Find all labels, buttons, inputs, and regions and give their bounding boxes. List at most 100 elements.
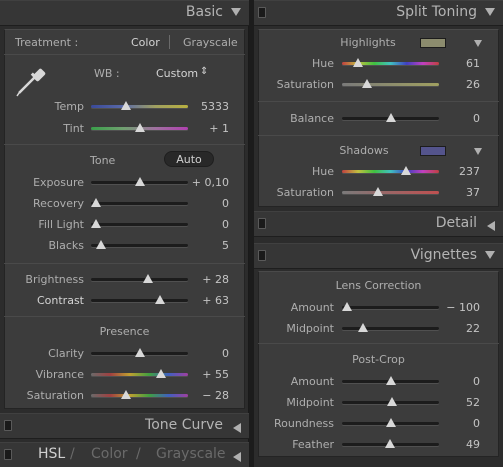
collapse-triangle-icon[interactable] — [231, 8, 241, 16]
panel-switch-icon[interactable] — [4, 449, 12, 460]
wb-dropdown-arrows-icon[interactable]: ⇕ — [200, 66, 208, 77]
saturation-slider-track[interactable] — [91, 394, 188, 397]
exposure-slider-thumb[interactable] — [135, 177, 146, 186]
brightness-value[interactable]: + 28 — [190, 273, 229, 286]
hsl-panel-header[interactable]: HSL / Color / Grayscale — [0, 442, 249, 467]
lens-midpoint-slider-thumb[interactable] — [358, 323, 369, 332]
expand-triangle-icon[interactable] — [233, 423, 241, 433]
vignettes-title: Vignettes — [410, 247, 477, 263]
lens-midpoint-label: Midpoint — [286, 322, 334, 335]
section-separator — [4, 316, 245, 317]
panel-switch-icon[interactable] — [258, 7, 266, 18]
balance-value[interactable]: 0 — [440, 112, 480, 125]
exposure-value[interactable]: + 0,10 — [190, 176, 229, 189]
collapse-triangle-icon[interactable] — [485, 251, 495, 259]
pc-amount-value[interactable]: 0 — [440, 375, 480, 388]
vibrance-slider-track[interactable] — [91, 373, 188, 376]
shadows-dropdown-icon[interactable] — [474, 148, 482, 155]
color-tab[interactable]: Color — [91, 446, 128, 462]
contrast-label: Contrast — [36, 294, 84, 307]
sh-saturation-slider-track[interactable] — [342, 191, 439, 194]
vibrance-value[interactable]: + 55 — [190, 368, 229, 381]
collapse-triangle-icon[interactable] — [485, 8, 495, 16]
temp-slider-thumb[interactable] — [120, 101, 131, 110]
auto-tone-label: Auto — [176, 153, 202, 166]
lens-amount-slider-track[interactable] — [342, 306, 439, 309]
wb-value[interactable]: Custom — [156, 67, 198, 80]
saturation-value[interactable]: − 28 — [190, 389, 229, 402]
highlights-dropdown-icon[interactable] — [474, 40, 482, 47]
recovery-slider-thumb[interactable] — [91, 198, 101, 207]
lens-midpoint-value[interactable]: 22 — [440, 322, 480, 335]
pc-midpoint-value[interactable]: 52 — [440, 396, 480, 409]
split-toning-panel-header[interactable]: Split Toning — [254, 0, 503, 26]
section-separator — [258, 101, 499, 102]
pc-roundness-label: Roundness — [273, 417, 334, 430]
fill-light-slider-thumb[interactable] — [91, 219, 101, 228]
brightness-slider-track[interactable] — [91, 278, 188, 281]
clarity-value[interactable]: 0 — [190, 347, 229, 360]
pc-amount-slider-thumb[interactable] — [385, 376, 396, 385]
exposure-label: Exposure — [33, 176, 84, 189]
highlights-color-swatch[interactable] — [420, 38, 446, 48]
panel-switch-icon[interactable] — [4, 420, 12, 431]
basic-panel-title: Basic — [185, 4, 223, 20]
treatment-grayscale-option[interactable]: Grayscale — [183, 36, 238, 49]
contrast-slider-track[interactable] — [91, 299, 188, 302]
tone-curve-title: Tone Curve — [145, 417, 223, 433]
tint-value[interactable]: + 1 — [190, 122, 229, 135]
post-crop-label: Post-Crop — [352, 353, 405, 366]
detail-panel-header[interactable]: Detail — [254, 211, 503, 237]
sh-saturation-slider-thumb[interactable] — [372, 187, 383, 196]
contrast-value[interactable]: + 63 — [190, 294, 229, 307]
hl-saturation-value[interactable]: 26 — [440, 78, 480, 91]
clarity-slider-thumb[interactable] — [134, 348, 145, 357]
expand-triangle-icon[interactable] — [233, 452, 241, 462]
fill-light-value[interactable]: 0 — [190, 218, 229, 231]
hl-hue-value[interactable]: 61 — [440, 57, 480, 70]
vignettes-panel-header[interactable]: Vignettes — [254, 243, 503, 269]
recovery-value[interactable]: 0 — [190, 197, 229, 210]
vibrance-slider-thumb[interactable] — [155, 369, 166, 378]
contrast-slider-thumb[interactable] — [154, 295, 165, 304]
pc-feather-slider-thumb[interactable] — [384, 439, 395, 448]
sh-hue-slider-track[interactable] — [342, 170, 439, 173]
auto-tone-button[interactable]: Auto — [164, 151, 214, 167]
panel-switch-icon[interactable] — [258, 250, 266, 261]
pc-midpoint-label: Midpoint — [286, 396, 334, 409]
vibrance-label: Vibrance — [35, 368, 84, 381]
hl-saturation-slider-track[interactable] — [342, 83, 439, 86]
tab-slash: / — [136, 446, 141, 462]
temp-slider-track[interactable] — [91, 105, 188, 108]
sh-saturation-value[interactable]: 37 — [440, 186, 480, 199]
eyedropper-icon[interactable] — [14, 62, 50, 98]
grayscale-tab[interactable]: Grayscale — [156, 446, 226, 462]
hl-hue-slider-thumb[interactable] — [353, 58, 364, 67]
sh-hue-value[interactable]: 237 — [440, 165, 480, 178]
sh-hue-slider-thumb[interactable] — [401, 166, 412, 175]
saturation-slider-thumb[interactable] — [120, 390, 131, 399]
shadows-color-swatch[interactable] — [420, 146, 446, 156]
lens-midpoint-slider-track[interactable] — [342, 327, 439, 330]
pc-roundness-value[interactable]: 0 — [440, 417, 480, 430]
treatment-color-option[interactable]: Color — [131, 36, 160, 49]
brightness-slider-thumb[interactable] — [143, 274, 154, 283]
recovery-slider-track[interactable] — [91, 202, 188, 205]
tone-curve-panel-header[interactable]: Tone Curve — [0, 413, 249, 439]
lens-amount-value[interactable]: − 100 — [440, 301, 480, 314]
temp-value[interactable]: 5333 — [190, 100, 229, 113]
pc-midpoint-slider-thumb[interactable] — [387, 397, 398, 406]
blacks-value[interactable]: 5 — [190, 239, 229, 252]
lens-amount-slider-thumb[interactable] — [342, 302, 352, 311]
pc-roundness-slider-thumb[interactable] — [385, 418, 396, 427]
pc-feather-value[interactable]: 49 — [440, 438, 480, 451]
fill-light-slider-track[interactable] — [91, 223, 188, 226]
panel-switch-icon[interactable] — [258, 218, 266, 229]
basic-panel-header[interactable]: Basic — [0, 0, 249, 26]
hl-saturation-slider-thumb[interactable] — [362, 79, 373, 88]
expand-triangle-icon[interactable] — [487, 221, 495, 231]
balance-slider-thumb[interactable] — [385, 113, 396, 122]
blacks-slider-thumb[interactable] — [95, 240, 106, 249]
tint-slider-thumb[interactable] — [135, 123, 146, 132]
hsl-tab[interactable]: HSL — [38, 446, 65, 462]
